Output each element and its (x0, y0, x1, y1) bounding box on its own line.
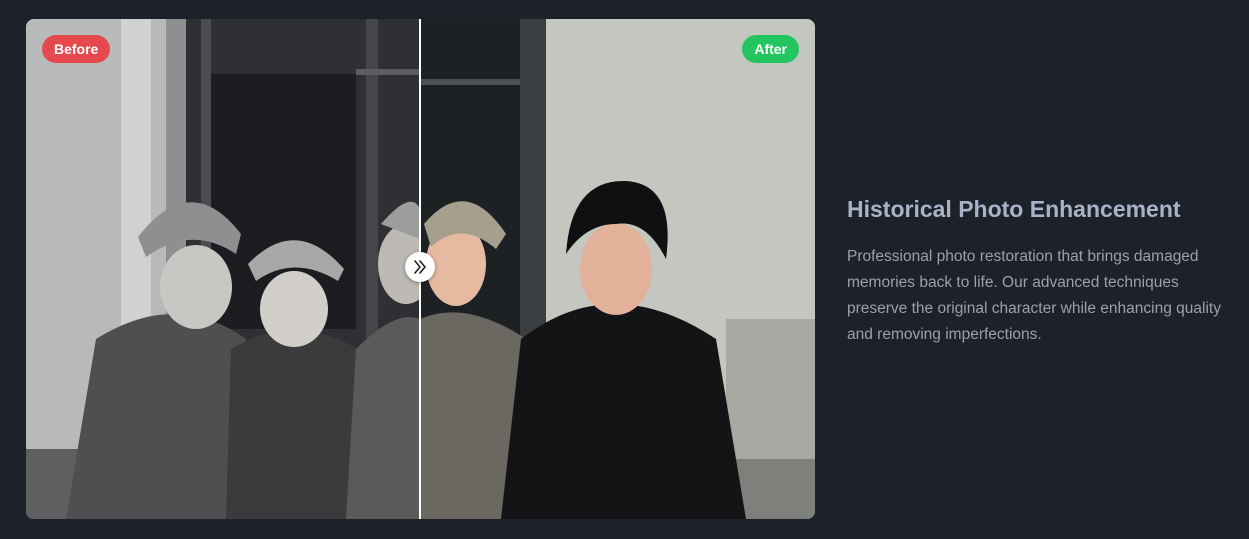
feature-info: Historical Photo Enhancement Professiona… (847, 194, 1242, 348)
comparison-slider-handle[interactable] (405, 252, 435, 282)
chevrons-right-icon (414, 260, 426, 274)
after-label: After (742, 35, 799, 63)
after-image (420, 19, 815, 519)
feature-title: Historical Photo Enhancement (847, 196, 1181, 222)
feature-description: Professional photo restoration that brin… (847, 248, 1221, 343)
page: Before After Historical Photo Enhancemen… (0, 0, 1249, 539)
before-after-comparison[interactable]: Before After (26, 19, 815, 519)
before-label: Before (42, 35, 111, 63)
before-image (26, 19, 420, 519)
